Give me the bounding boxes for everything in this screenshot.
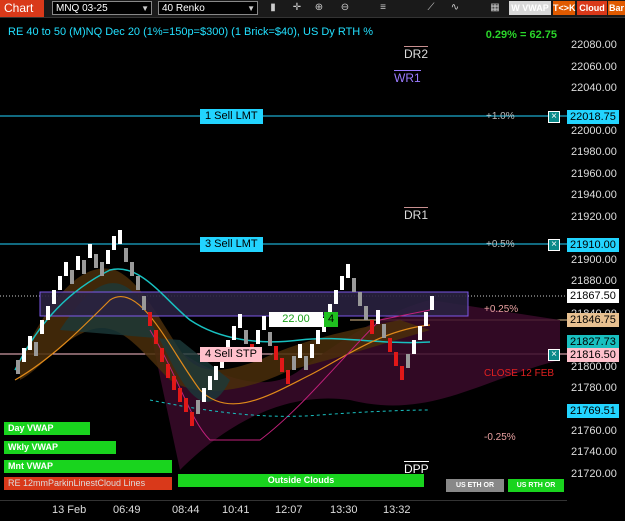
- price-tag-sellstp: 21816.50: [567, 348, 619, 362]
- wr1-level-label: WR1: [394, 70, 421, 85]
- chevron-down-icon: ▼: [247, 4, 255, 13]
- us-rth-or-label: US RTH OR: [508, 479, 564, 492]
- time-tick: 13 Feb: [52, 504, 87, 516]
- plus-025pct-annotation: +0.25%: [484, 304, 519, 315]
- cancel-order-3-icon[interactable]: ×: [548, 239, 560, 251]
- position-qty-label[interactable]: 4: [324, 312, 338, 327]
- price-tick: 21980.00: [571, 146, 617, 158]
- price-tick: 21920.00: [571, 211, 617, 223]
- bar-type-selector[interactable]: 40 Renko ▼: [158, 1, 258, 15]
- price-tick: 21720.00: [571, 468, 617, 480]
- w-vwap-button[interactable]: W VWAP: [509, 1, 551, 15]
- price-tick: 22000.00: [571, 125, 617, 137]
- price-tag-cloud: 21827.73: [567, 335, 619, 349]
- price-tick: 22060.00: [571, 61, 617, 73]
- time-tick: 12:07: [275, 504, 303, 516]
- price-tag-position: 21846.75: [567, 313, 619, 327]
- dr2-level-label: DR2: [404, 46, 429, 61]
- properties-icon[interactable]: ≡: [376, 1, 390, 15]
- bar-button[interactable]: Bar: [608, 1, 625, 15]
- chart-trader-icon[interactable]: ∿: [448, 1, 462, 15]
- minus-025pct-annotation: -0.25%: [484, 432, 516, 443]
- dr1-level-label: DR1: [404, 207, 429, 222]
- price-axis[interactable]: 22080.00 22060.00 22040.00 22000.00 2198…: [567, 18, 625, 498]
- sell-stp-4-order[interactable]: 4 Sell STP: [200, 347, 262, 362]
- price-tick: 21880.00: [571, 275, 617, 287]
- zoom-out-icon[interactable]: ⊖: [338, 1, 352, 15]
- app-title: Chart: [0, 0, 44, 17]
- outside-clouds-label: Outside Clouds: [178, 474, 424, 487]
- mnt-vwap-label: Mnt VWAP: [4, 460, 172, 473]
- instrument-value: MNQ 03-25: [56, 3, 108, 14]
- price-tick: 22080.00: [571, 39, 617, 51]
- bar-type-value: 40 Renko: [162, 3, 205, 14]
- price-tick: 21960.00: [571, 168, 617, 180]
- chart-header: RE 40 to 50 (M)NQ Dec 20 (1%=150p=$300) …: [8, 26, 374, 38]
- sell-lmt-3-order[interactable]: 3 Sell LMT: [200, 237, 263, 252]
- position-pnl-label[interactable]: 22.00: [269, 312, 323, 327]
- more-icon[interactable]: ▦: [488, 1, 502, 15]
- crosshair-icon[interactable]: ✛: [290, 1, 304, 15]
- plus-1pct-annotation: +1.0%: [486, 111, 515, 122]
- time-axis[interactable]: 13 Feb 06:49 08:44 10:41 12:07 13:30 13:…: [0, 500, 567, 521]
- sell-lmt-1-order[interactable]: 1 Sell LMT: [200, 109, 263, 124]
- cloud-lines-legend: RE 12mmParkinLinestCloud Lines: [4, 477, 172, 490]
- price-tick: 21760.00: [571, 425, 617, 437]
- draw-tool-icon[interactable]: ⟋: [424, 1, 438, 15]
- percent-change-readout: 0.29% = 62.75: [485, 29, 557, 41]
- price-tag-vwap: 21769.51: [567, 404, 619, 418]
- time-tick: 13:32: [383, 504, 411, 516]
- close-level-label: CLOSE 12 FEB: [484, 368, 555, 379]
- price-tag-sell1: 22018.75: [567, 110, 619, 124]
- chevron-down-icon: ▼: [141, 4, 149, 13]
- cloud-button[interactable]: Cloud: [577, 1, 607, 15]
- plus-05pct-annotation: +0.5%: [486, 239, 515, 250]
- price-tick: 21800.00: [571, 361, 617, 373]
- day-vwap-label: Day VWAP: [4, 422, 90, 435]
- range-box: [39, 291, 469, 317]
- time-tick: 08:44: [172, 504, 200, 516]
- price-tick: 21740.00: [571, 446, 617, 458]
- wkly-vwap-label: Wkly VWAP: [4, 441, 116, 454]
- time-tick: 06:49: [113, 504, 141, 516]
- price-tick: 22040.00: [571, 82, 617, 94]
- price-tick: 21780.00: [571, 382, 617, 394]
- time-tick: 13:30: [330, 504, 358, 516]
- cancel-order-4-icon[interactable]: ×: [548, 349, 560, 361]
- price-tag-sell3: 21910.00: [567, 238, 619, 252]
- time-tick: 10:41: [222, 504, 250, 516]
- cancel-order-1-icon[interactable]: ×: [548, 111, 560, 123]
- instrument-selector[interactable]: MNQ 03-25 ▼: [52, 1, 152, 15]
- price-tick: 21940.00: [571, 189, 617, 201]
- zoom-in-icon[interactable]: ⊕: [312, 1, 326, 15]
- us-eth-or-label: US ETH OR: [446, 479, 504, 492]
- price-tag-last: 21867.50: [567, 289, 619, 303]
- price-tick: 21900.00: [571, 254, 617, 266]
- tk-button[interactable]: T<>K: [553, 1, 576, 15]
- chart-toolbar: Chart MNQ 03-25 ▼ 40 Renko ▼ ▮ ✛ ⊕ ⊖ ≡ ⟋…: [0, 0, 625, 18]
- bars-icon[interactable]: ▮: [266, 1, 280, 15]
